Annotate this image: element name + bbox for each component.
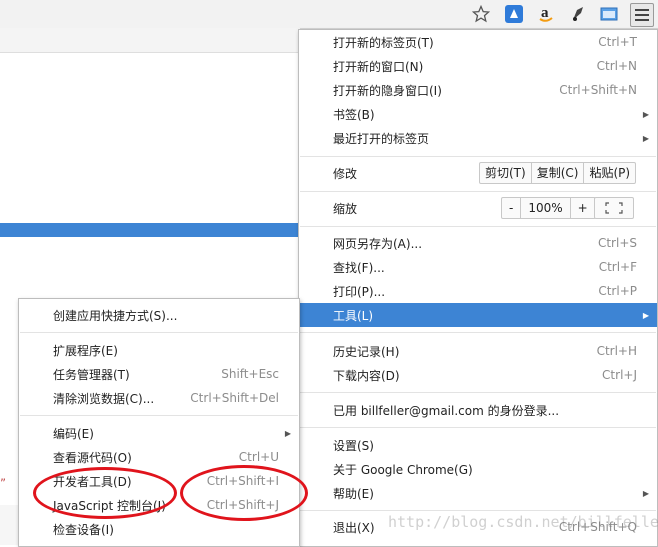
menu-shortcut: Ctrl+H: [596, 344, 637, 358]
menu-item-new-tab[interactable]: 打开新的标签页(T) Ctrl+T: [299, 30, 657, 54]
menu-shortcut: Ctrl+P: [598, 284, 637, 298]
menu-shortcut: Ctrl+N: [596, 59, 637, 73]
menu-shortcut: Ctrl+J: [602, 368, 637, 382]
folder-window-icon[interactable]: [599, 4, 619, 24]
menu-label: 打开新的标签页(T): [333, 35, 434, 50]
menu-item-signed-in[interactable]: 已用 billfeller@gmail.com 的身份登录...: [299, 398, 657, 422]
edit-button-group: 剪切(T) 复制(C) 粘贴(P): [479, 162, 637, 184]
menu-label: 历史记录(H): [333, 344, 400, 359]
menu-item-extensions[interactable]: 扩展程序(E): [19, 338, 299, 362]
zoom-in-button[interactable]: +: [571, 198, 595, 218]
fullscreen-icon: [605, 202, 623, 214]
menu-label: 关于 Google Chrome(G): [333, 462, 473, 477]
menu-label: 打开新的隐身窗口(I): [333, 83, 442, 98]
menu-shortcut: Ctrl+Shift+Del: [190, 391, 279, 405]
menu-separator: [300, 226, 656, 227]
menu-label: 工具(L): [333, 308, 374, 323]
menu-item-recent-tabs[interactable]: 最近打开的标签页 ▶: [299, 126, 657, 150]
menu-label: 帮助(E): [333, 486, 374, 501]
submenu-arrow-icon: ▶: [642, 133, 649, 143]
star-icon[interactable]: [471, 4, 491, 24]
menu-shortcut: Ctrl+T: [598, 35, 637, 49]
menu-shortcut: Ctrl+Shift+N: [559, 83, 637, 97]
annotation-oval-devtools-labels: [33, 467, 177, 519]
menu-item-new-window[interactable]: 打开新的窗口(N) Ctrl+N: [299, 54, 657, 78]
menu-shortcut: Ctrl+U: [238, 450, 279, 464]
menu-item-save-as[interactable]: 网页另存为(A)... Ctrl+S: [299, 231, 657, 255]
menu-item-inspect-devices[interactable]: 检查设备(I): [19, 517, 299, 541]
menu-separator: [300, 156, 656, 157]
menu-label: 下载内容(D): [333, 368, 400, 383]
menu-label: 设置(S): [333, 438, 374, 453]
menu-separator: [300, 510, 656, 511]
annotation-oval-devtools-shortcuts: [180, 465, 308, 521]
menu-label: 已用 billfeller@gmail.com 的身份登录...: [333, 403, 560, 418]
zoom-level-value: 100%: [521, 198, 571, 218]
browser-toolbar: a: [0, 0, 658, 29]
menu-separator: [300, 392, 656, 393]
menu-label: 创建应用快捷方式(S)...: [53, 308, 178, 323]
menu-label: 任务管理器(T): [53, 367, 130, 382]
zoom-out-button[interactable]: -: [502, 198, 522, 218]
zoom-control-group: - 100% +: [501, 197, 596, 219]
amazon-glyph: a: [541, 5, 549, 21]
menu-label: 清除浏览数据(C)...: [53, 391, 155, 406]
menu-label: 编码(E): [53, 426, 94, 441]
menu-item-create-shortcuts[interactable]: 创建应用快捷方式(S)...: [19, 303, 299, 327]
menu-label: 打开新的窗口(N): [333, 59, 424, 74]
menu-item-find[interactable]: 查找(F)... Ctrl+F: [299, 255, 657, 279]
menu-item-new-incognito[interactable]: 打开新的隐身窗口(I) Ctrl+Shift+N: [299, 78, 657, 102]
menu-item-encoding[interactable]: 编码(E) ▶: [19, 421, 299, 445]
menu-item-print[interactable]: 打印(P)... Ctrl+P: [299, 279, 657, 303]
menu-separator: [20, 415, 298, 416]
cut-button[interactable]: 剪切(T): [480, 163, 532, 183]
menu-item-settings[interactable]: 设置(S): [299, 433, 657, 457]
menu-separator: [300, 332, 656, 333]
menu-label: 网页另存为(A)...: [333, 236, 423, 251]
hamburger-menu-icon[interactable]: [630, 3, 654, 27]
menu-item-tools[interactable]: 工具(L) ▶: [299, 303, 657, 327]
menu-label: 查看源代码(O): [53, 450, 132, 465]
paste-button[interactable]: 粘贴(P): [584, 163, 635, 183]
submenu-arrow-icon: ▶: [284, 428, 291, 438]
menu-item-help[interactable]: 帮助(E) ▶: [299, 481, 657, 505]
menu-label: 检查设备(I): [53, 522, 114, 537]
menu-shortcut: Ctrl+F: [598, 260, 637, 274]
amazon-icon[interactable]: a: [536, 4, 556, 24]
copy-button[interactable]: 复制(C): [532, 163, 585, 183]
menu-label: 打印(P)...: [333, 284, 386, 299]
submenu-arrow-icon: ▶: [642, 310, 649, 320]
page-header-strip: [0, 28, 300, 53]
zoom-label: 缩放: [333, 201, 358, 216]
menu-separator: [300, 191, 656, 192]
chrome-main-menu: 打开新的标签页(T) Ctrl+T 打开新的窗口(N) Ctrl+N 打开新的隐…: [298, 29, 658, 547]
watermark: http://blog.csdn.net/billfeller: [388, 513, 658, 531]
edit-label: 修改: [333, 166, 358, 181]
submenu-arrow-icon: ▶: [642, 109, 649, 119]
submenu-arrow-icon: ▶: [642, 488, 649, 498]
menu-label: 书签(B): [333, 107, 375, 122]
menu-label: 最近打开的标签页: [333, 131, 430, 146]
page-selection-bar: [0, 223, 300, 237]
menu-item-clear-data[interactable]: 清除浏览数据(C)... Ctrl+Shift+Del: [19, 386, 299, 410]
menu-item-history[interactable]: 历史记录(H) Ctrl+H: [299, 339, 657, 363]
menu-label: 查找(F)...: [333, 260, 385, 275]
menu-shortcut: Ctrl+S: [597, 236, 637, 250]
menu-item-about[interactable]: 关于 Google Chrome(G): [299, 457, 657, 481]
fullscreen-button[interactable]: [594, 197, 634, 219]
page-code-fragment: ”: [0, 478, 7, 489]
menu-item-downloads[interactable]: 下载内容(D) Ctrl+J: [299, 363, 657, 387]
menu-item-task-manager[interactable]: 任务管理器(T) Shift+Esc: [19, 362, 299, 386]
extension-blue-icon[interactable]: [504, 4, 524, 24]
menu-label: 扩展程序(E): [53, 343, 118, 358]
menu-item-bookmarks[interactable]: 书签(B) ▶: [299, 102, 657, 126]
menu-separator: [300, 427, 656, 428]
pen-tool-icon[interactable]: [568, 4, 588, 24]
menu-label: 退出(X): [333, 520, 375, 535]
menu-separator: [20, 332, 298, 333]
menu-shortcut: Shift+Esc: [221, 367, 279, 381]
